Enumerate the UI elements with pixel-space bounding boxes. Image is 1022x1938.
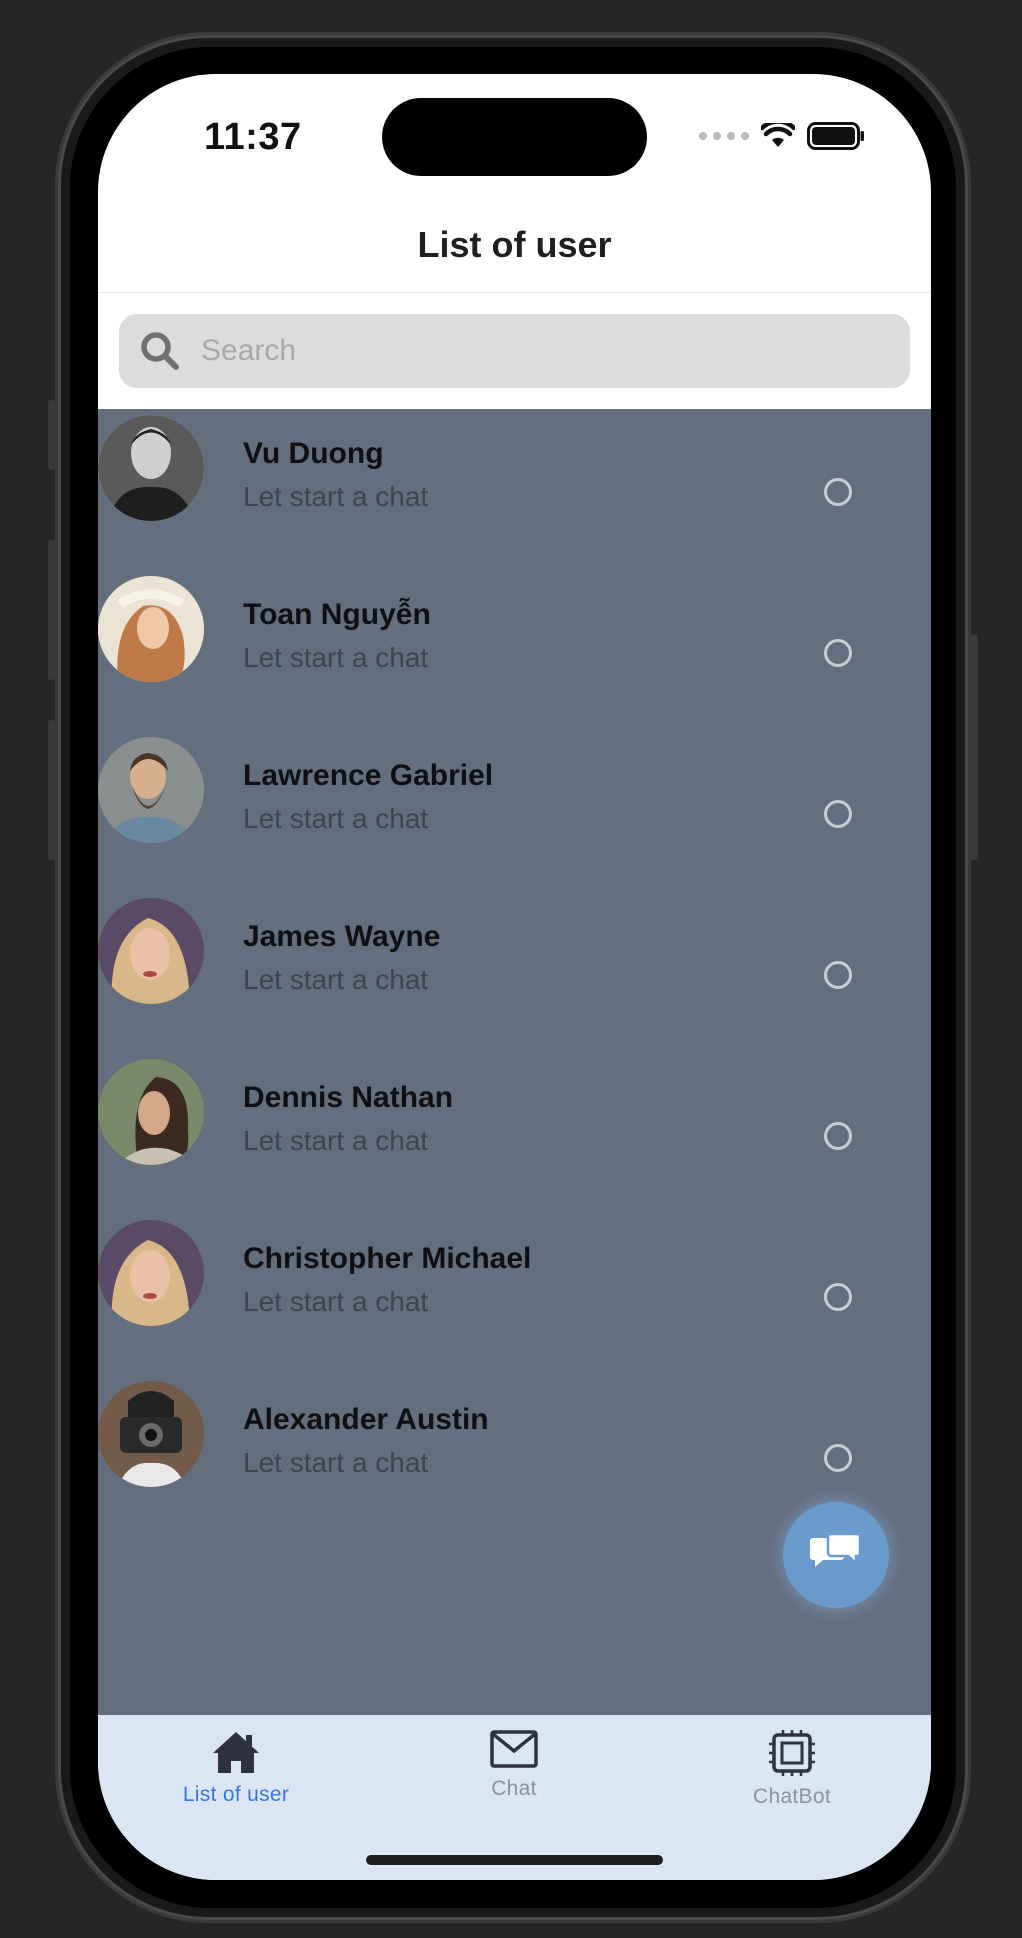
side-button-volume-down bbox=[48, 720, 56, 860]
user-name: Christopher Michael bbox=[243, 1242, 532, 1275]
list-item[interactable]: Vu Duong Let start a chat bbox=[98, 415, 931, 523]
user-subtitle: Let start a chat bbox=[243, 1447, 429, 1478]
list-item[interactable]: Toan Nguyễn Let start a chat bbox=[98, 576, 931, 684]
avatar bbox=[98, 737, 204, 843]
battery-icon bbox=[807, 122, 864, 150]
select-radio[interactable] bbox=[824, 961, 852, 989]
user-subtitle: Let start a chat bbox=[243, 481, 429, 512]
page-title: List of user bbox=[417, 224, 612, 265]
search-input[interactable] bbox=[199, 333, 803, 369]
side-button-power bbox=[970, 635, 978, 860]
side-button-mute bbox=[48, 400, 56, 470]
search-icon bbox=[141, 332, 179, 370]
mail-icon bbox=[490, 1730, 538, 1768]
chip-icon bbox=[769, 1730, 815, 1776]
avatar bbox=[98, 1220, 204, 1326]
phone-screen: 11:37 List of user Search Vu Duong Let s… bbox=[98, 74, 931, 1880]
select-radio[interactable] bbox=[824, 478, 852, 506]
side-button-volume-up bbox=[48, 540, 56, 680]
header-divider bbox=[98, 292, 931, 293]
search-bar[interactable] bbox=[119, 314, 910, 388]
tab-chat[interactable]: Chat bbox=[414, 1715, 614, 1835]
list-item[interactable]: James Wayne Let start a chat bbox=[98, 898, 931, 1006]
user-name: James Wayne bbox=[243, 920, 441, 953]
tab-label: Chat bbox=[491, 1777, 537, 1800]
user-name: Toan Nguyễn bbox=[243, 598, 431, 631]
status-time: 11:37 bbox=[204, 116, 302, 158]
wifi-icon bbox=[761, 123, 795, 147]
avatar bbox=[98, 898, 204, 1004]
tab-chatbot[interactable]: ChatBot bbox=[692, 1715, 892, 1835]
user-name: Dennis Nathan bbox=[243, 1081, 454, 1114]
list-item[interactable]: Alexander Austin Let start a chat bbox=[98, 1381, 931, 1489]
avatar bbox=[98, 576, 204, 682]
cellular-signal-icon bbox=[699, 132, 749, 140]
select-radio[interactable] bbox=[824, 1283, 852, 1311]
tab-label: ChatBot bbox=[753, 1785, 831, 1808]
list-item[interactable]: Dennis Nathan Let start a chat bbox=[98, 1059, 931, 1167]
avatar bbox=[98, 1059, 204, 1165]
dynamic-island bbox=[382, 98, 647, 176]
user-subtitle: Let start a chat bbox=[243, 1286, 429, 1317]
user-name: Lawrence Gabriel bbox=[243, 759, 494, 792]
select-radio[interactable] bbox=[824, 1122, 852, 1150]
user-subtitle: Let start a chat bbox=[243, 964, 429, 995]
list-item[interactable]: Lawrence Gabriel Let start a chat bbox=[98, 737, 931, 845]
status-icons bbox=[699, 122, 865, 150]
select-radio[interactable] bbox=[824, 800, 852, 828]
tab-label: List of user bbox=[182, 1783, 290, 1806]
tab-list-of-user[interactable]: List of user bbox=[136, 1715, 336, 1835]
user-name: Alexander Austin bbox=[243, 1403, 489, 1436]
user-subtitle: Let start a chat bbox=[243, 803, 429, 834]
user-name: Vu Duong bbox=[243, 437, 384, 470]
chat-bubbles-icon bbox=[810, 1532, 862, 1567]
list-item[interactable]: Christopher Michael Let start a chat bbox=[98, 1220, 931, 1328]
select-radio[interactable] bbox=[824, 1444, 852, 1472]
select-radio[interactable] bbox=[824, 639, 852, 667]
home-icon bbox=[213, 1732, 259, 1773]
avatar bbox=[98, 1381, 204, 1487]
user-subtitle: Let start a chat bbox=[243, 1125, 429, 1156]
tab-bar: List of user Chat ChatBot bbox=[98, 1715, 931, 1880]
avatar bbox=[98, 415, 204, 521]
user-subtitle: Let start a chat bbox=[243, 642, 429, 673]
new-chat-button[interactable] bbox=[783, 1502, 889, 1608]
home-indicator[interactable] bbox=[366, 1855, 663, 1865]
